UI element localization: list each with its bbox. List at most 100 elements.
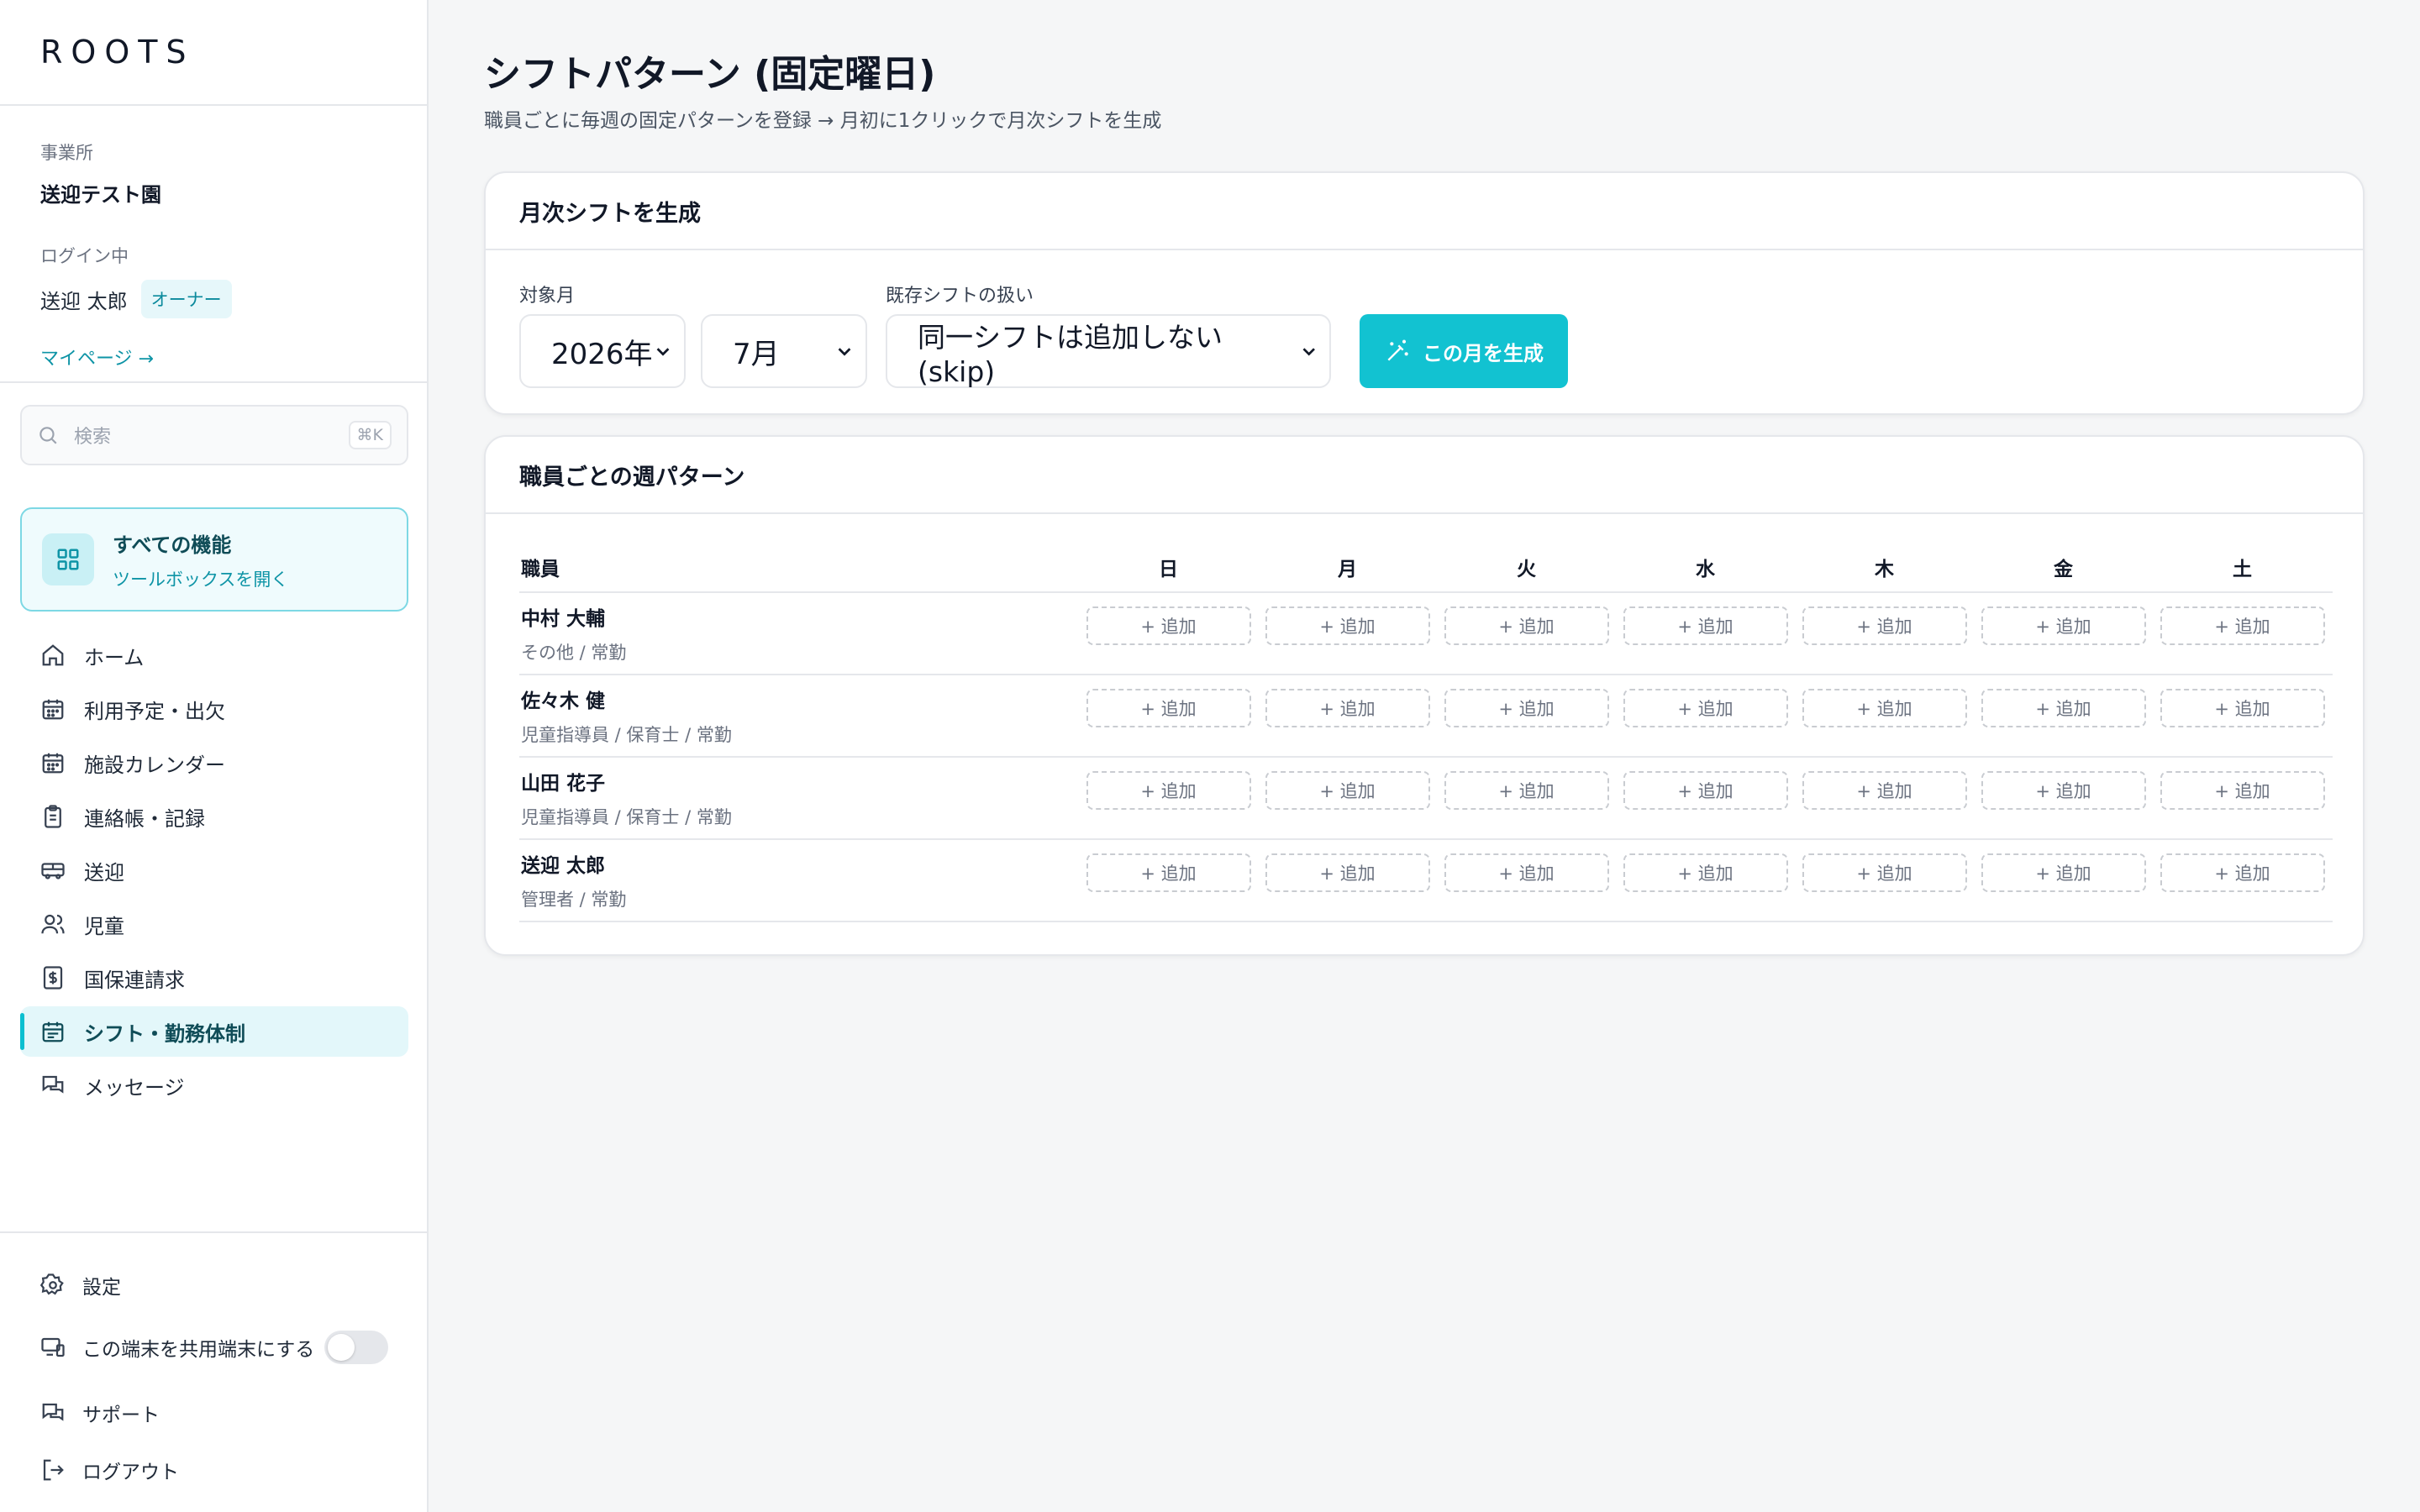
all-features-subtitle: ツールボックスを開く: [113, 569, 289, 590]
nav-label: メッセージ: [84, 1075, 185, 1100]
add-shift-button[interactable]: + 追加: [2160, 689, 2325, 727]
logout-link[interactable]: ログアウト: [40, 1452, 388, 1488]
generate-button-label: この月を生成: [1423, 341, 1544, 365]
staff-cell: 佐々木 健 児童指導員 / 保育士 / 常勤: [519, 685, 1079, 747]
sidebar-bottom: 設定 この端末を共用端末にする サポート ログアウト: [0, 1231, 429, 1488]
chevron-down-icon: [1302, 348, 1315, 356]
nav-item-messages[interactable]: メッセージ: [20, 1060, 408, 1110]
add-shift-button[interactable]: + 追加: [1444, 606, 1609, 645]
add-shift-button[interactable]: + 追加: [1086, 771, 1251, 810]
shared-device-row: この端末を共用端末にする: [40, 1329, 388, 1366]
all-features-button[interactable]: すべての機能 ツールボックスを開く: [20, 507, 408, 612]
mypage-link[interactable]: マイページ →: [40, 344, 154, 370]
add-shift-button[interactable]: + 追加: [1623, 606, 1788, 645]
add-shift-button[interactable]: + 追加: [1802, 689, 1967, 727]
add-shift-button[interactable]: + 追加: [1623, 853, 1788, 892]
nav-label: 施設カレンダー: [84, 753, 225, 777]
add-shift-button[interactable]: + 追加: [1623, 771, 1788, 810]
nav-item-records[interactable]: 連絡帳・記録: [20, 791, 408, 842]
col-thu: 木: [1875, 559, 1894, 580]
add-shift-button[interactable]: + 追加: [2160, 771, 2325, 810]
add-shift-button[interactable]: + 追加: [1623, 689, 1788, 727]
add-shift-button[interactable]: + 追加: [1444, 689, 1609, 727]
add-shift-button[interactable]: + 追加: [1086, 606, 1251, 645]
add-shift-button[interactable]: + 追加: [1444, 771, 1609, 810]
devices-icon: [41, 1337, 65, 1357]
add-shift-button[interactable]: + 追加: [1086, 689, 1251, 727]
add-shift-button[interactable]: + 追加: [1265, 771, 1430, 810]
nav-item-shift[interactable]: シフト・勤務体制: [20, 1006, 408, 1057]
nav-label: 国保連請求: [84, 968, 185, 992]
add-shift-button[interactable]: + 追加: [1086, 853, 1251, 892]
existing-shift-label: 既存シフトの扱い: [886, 286, 1034, 307]
col-sat: 土: [2233, 559, 2252, 580]
nav-label: シフト・勤務体制: [84, 1021, 245, 1046]
facility-name: 送迎テスト園: [40, 183, 161, 207]
add-shift-button[interactable]: + 追加: [1802, 771, 1967, 810]
weekly-pattern-card: 職員ごとの週パターン 職員 日 月 火 水 木 金 土 中村 大輔 その他 / …: [484, 435, 2365, 956]
table-row: 佐々木 健 児童指導員 / 保育士 / 常勤 + 追加 + 追加 + 追加 + …: [519, 675, 2333, 758]
nav-item-transport[interactable]: 送迎: [20, 845, 408, 895]
calendar-icon: [42, 753, 64, 774]
support-link[interactable]: サポート: [40, 1394, 388, 1431]
nav-item-billing[interactable]: 国保連請求: [20, 953, 408, 1003]
add-shift-button[interactable]: + 追加: [1265, 689, 1430, 727]
table-row: 山田 花子 児童指導員 / 保育士 / 常勤 + 追加 + 追加 + 追加 + …: [519, 758, 2333, 840]
month-select[interactable]: 7月: [701, 314, 867, 388]
nav-item-children[interactable]: 児童: [20, 899, 408, 949]
nav-item-attendance[interactable]: 利用予定・出欠: [20, 684, 408, 734]
add-shift-button[interactable]: + 追加: [1265, 606, 1430, 645]
users-icon: [41, 914, 65, 934]
generate-month-button[interactable]: この月を生成: [1360, 314, 1568, 388]
generate-card: 月次シフトを生成 対象月 2026年 7月 既存シフトの扱い 同一シフトは追加し…: [484, 171, 2365, 415]
add-shift-button[interactable]: + 追加: [2160, 606, 2325, 645]
col-wed: 水: [1696, 559, 1715, 580]
add-shift-button[interactable]: + 追加: [1981, 689, 2146, 727]
logout-label: ログアウト: [82, 1462, 179, 1483]
nav-item-facility-calendar[interactable]: 施設カレンダー: [20, 738, 408, 788]
month-select-value: 7月: [733, 337, 780, 371]
add-shift-button[interactable]: + 追加: [1802, 853, 1967, 892]
add-shift-button[interactable]: + 追加: [2160, 853, 2325, 892]
staff-name: 山田 花子: [521, 773, 606, 795]
brand-logo[interactable]: ROOTS: [0, 0, 427, 106]
calendar-clock-icon: [42, 1021, 64, 1042]
col-mon: 月: [1338, 559, 1357, 580]
add-shift-button[interactable]: + 追加: [1981, 771, 2146, 810]
add-shift-button[interactable]: + 追加: [1265, 853, 1430, 892]
year-select-value: 2026年: [551, 337, 653, 371]
staff-role: その他 / 常勤: [521, 643, 627, 663]
user-row: 送迎 太郎 オーナー: [40, 280, 387, 318]
nav-label: 利用予定・出欠: [84, 699, 225, 723]
search-shortcut: ⌘K: [348, 421, 392, 449]
col-fri: 金: [2054, 559, 2073, 580]
weekly-pattern-title: 職員ごとの週パターン: [486, 437, 2363, 514]
facility-label: 事業所: [40, 143, 93, 163]
existing-shift-select[interactable]: 同一シフトは追加しない (skip): [886, 314, 1331, 388]
gear-icon: [40, 1273, 64, 1295]
add-shift-button[interactable]: + 追加: [1981, 606, 2146, 645]
year-select[interactable]: 2026年: [519, 314, 686, 388]
messages-icon: [42, 1075, 64, 1094]
magic-wand-icon: [1387, 339, 1408, 361]
facility-panel: 事業所 送迎テスト園 ログイン中 送迎 太郎 オーナー マイページ →: [0, 106, 427, 383]
shared-device-toggle[interactable]: [324, 1331, 388, 1364]
add-shift-button[interactable]: + 追加: [1981, 853, 2146, 892]
add-shift-button[interactable]: + 追加: [1444, 853, 1609, 892]
search-input[interactable]: 検索: [74, 422, 349, 449]
chevron-down-icon: [656, 348, 670, 356]
search-icon: [39, 427, 57, 444]
messages-icon: [42, 1403, 64, 1421]
add-shift-button[interactable]: + 追加: [1802, 606, 1967, 645]
col-sun: 日: [1159, 559, 1178, 580]
main-content: シフトパターン (固定曜日) 職員ごとに毎週の固定パターンを登録 → 月初に1ク…: [429, 0, 2420, 1512]
search-box[interactable]: 検索 ⌘K: [20, 405, 408, 465]
nav-item-home[interactable]: ホーム: [20, 630, 408, 680]
settings-label: 設定: [82, 1277, 121, 1299]
staff-name: 佐々木 健: [521, 690, 606, 712]
settings-link[interactable]: 設定: [40, 1267, 388, 1304]
col-tue: 火: [1517, 559, 1536, 580]
nav-label: 送迎: [84, 860, 124, 885]
staff-role: 児童指導員 / 保育士 / 常勤: [521, 807, 732, 827]
chevron-down-icon: [838, 348, 851, 356]
